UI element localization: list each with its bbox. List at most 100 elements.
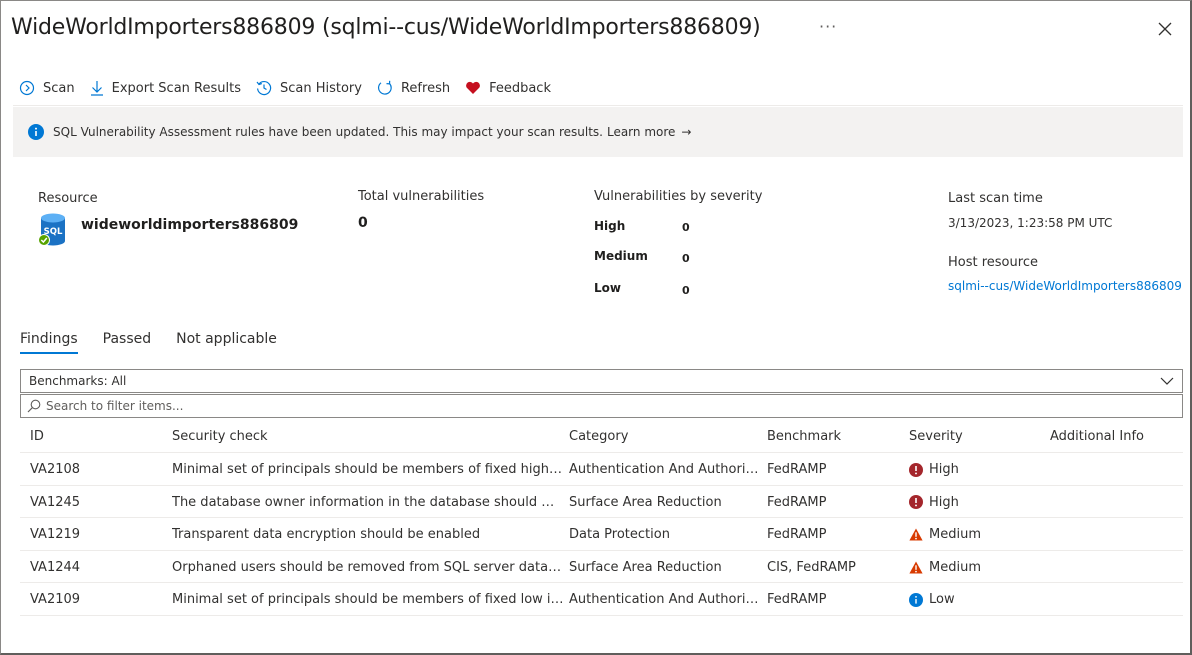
export-scan-results-button[interactable]: Export Scan Results xyxy=(90,80,241,96)
cell-benchmark: CIS, FedRAMP xyxy=(767,559,856,575)
scan-button[interactable]: Scan xyxy=(19,80,75,96)
cell-benchmark: FedRAMP xyxy=(767,592,827,607)
heart-icon xyxy=(466,81,480,94)
total-vulnerabilities-value: 0 xyxy=(358,215,368,231)
host-resource-label: Host resource xyxy=(948,255,1038,270)
table-body: VA2108 Minimal set of principals should b… xyxy=(20,453,1183,616)
table-row[interactable]: VA1244 Orphaned users should be removed f… xyxy=(20,551,1183,583)
info-banner: SQL Vulnerability Assessment rules have … xyxy=(13,107,1183,157)
column-header-security-check[interactable]: Security check xyxy=(172,429,564,444)
cell-security-check: Orphaned users should be removed from SQ… xyxy=(172,559,564,575)
cell-category: Authentication And Authoriza... xyxy=(569,462,762,477)
cell-severity: Medium xyxy=(909,527,1039,542)
more-options-icon[interactable]: ··· xyxy=(819,17,837,36)
error-icon xyxy=(909,462,923,477)
cell-benchmark: FedRAMP xyxy=(767,494,827,510)
severity-text: High xyxy=(929,462,959,477)
cell-id: VA1219 xyxy=(30,527,81,542)
total-vulnerabilities-label: Total vulnerabilities xyxy=(358,189,485,204)
sql-database-icon: SQL xyxy=(37,213,69,251)
host-resource-link[interactable]: sqlmi--cus/WideWorldImporters886809 xyxy=(948,279,1182,293)
benchmarks-value: Benchmarks: All xyxy=(29,374,127,388)
severity-text: Medium xyxy=(929,559,981,575)
feedback-label: Feedback xyxy=(489,80,551,96)
command-bar: Scan Export Scan Results Scan History Re… xyxy=(19,78,566,98)
table-row[interactable]: VA2109 Minimal set of principals should b… xyxy=(20,583,1183,616)
cell-severity: Medium xyxy=(909,560,1039,575)
column-header-id[interactable]: ID xyxy=(30,429,160,444)
last-scan-value: 3/13/2023, 1:23:58 PM UTC xyxy=(948,216,1113,230)
high-count: 0 xyxy=(682,221,690,234)
info-icon xyxy=(909,592,923,607)
warning-icon xyxy=(909,561,923,573)
arrow-right-icon[interactable]: → xyxy=(681,125,691,139)
resource-label: Resource xyxy=(38,191,98,206)
column-header-category[interactable]: Category xyxy=(569,429,762,444)
export-label: Export Scan Results xyxy=(111,80,241,96)
search-input[interactable] xyxy=(46,399,1146,413)
warning-icon xyxy=(909,528,923,541)
tab-passed[interactable]: Passed xyxy=(103,331,151,354)
tab-not-applicable[interactable]: Not applicable xyxy=(176,331,277,354)
chevron-down-icon xyxy=(1160,377,1174,385)
results-tabs: Findings Passed Not applicable xyxy=(20,331,302,354)
close-icon[interactable] xyxy=(1154,18,1176,40)
scan-history-button[interactable]: Scan History xyxy=(256,80,362,96)
cell-benchmark: FedRAMP xyxy=(767,527,827,542)
column-header-additional-info[interactable]: Additional Info xyxy=(1050,429,1180,444)
cell-id: VA1244 xyxy=(30,559,81,575)
cell-security-check: Transparent data encryption should be en… xyxy=(172,527,481,542)
cell-id: VA2109 xyxy=(30,592,81,607)
feedback-button[interactable]: Feedback xyxy=(465,81,551,96)
table-row[interactable]: VA2108 Minimal set of principals should b… xyxy=(20,453,1183,486)
cell-category: Authentication And Authoriza... xyxy=(569,592,762,607)
toolbar-divider xyxy=(13,105,1183,106)
refresh-button[interactable]: Refresh xyxy=(377,80,450,96)
scan-label: Scan xyxy=(43,80,75,96)
high-label: High xyxy=(594,219,626,233)
cell-security-check: The database owner information in the da… xyxy=(172,494,564,510)
search-icon xyxy=(27,399,41,413)
blade-panel: WideWorldImporters886809 (sqlmi--cus/Wid… xyxy=(0,0,1192,655)
severity-text: High xyxy=(929,494,959,510)
cell-id: VA2108 xyxy=(30,462,81,477)
table-row[interactable]: VA1219 Transparent data encryption should… xyxy=(20,518,1183,551)
severity-text: Medium xyxy=(929,527,981,542)
cell-category: Data Protection xyxy=(569,527,670,542)
findings-table: ID Security check Category Benchmark Sev… xyxy=(20,421,1183,616)
table-row[interactable]: VA1245 The database owner information in … xyxy=(20,486,1183,518)
medium-label: Medium xyxy=(594,249,648,263)
cell-severity: Low xyxy=(909,592,1039,607)
cell-security-check: Minimal set of principals should be memb… xyxy=(172,462,564,477)
column-header-benchmark[interactable]: Benchmark xyxy=(767,429,897,444)
severity-text: Low xyxy=(929,592,955,607)
benchmarks-dropdown[interactable]: Benchmarks: All xyxy=(20,369,1183,393)
cell-severity: High xyxy=(909,462,1039,477)
medium-count: 0 xyxy=(682,252,690,265)
cell-category: Surface Area Reduction xyxy=(569,494,722,510)
cell-id: VA1245 xyxy=(30,494,81,510)
page-title: WideWorldImporters886809 (sqlmi--cus/Wid… xyxy=(11,15,761,40)
resource-name: wideworldimporters886809 xyxy=(81,217,299,233)
cell-security-check: Minimal set of principals should be memb… xyxy=(172,592,564,607)
severity-breakdown-label: Vulnerabilities by severity xyxy=(594,189,763,204)
refresh-icon xyxy=(377,80,392,95)
last-scan-label: Last scan time xyxy=(948,191,1043,206)
cell-category: Surface Area Reduction xyxy=(569,559,722,575)
cell-severity: High xyxy=(909,495,1039,510)
cell-benchmark: FedRAMP xyxy=(767,462,827,477)
tab-findings[interactable]: Findings xyxy=(20,331,78,354)
history-icon xyxy=(256,80,272,96)
error-icon xyxy=(909,495,923,509)
column-header-severity[interactable]: Severity xyxy=(909,429,1039,444)
refresh-label: Refresh xyxy=(400,80,451,96)
history-label: Scan History xyxy=(279,80,362,96)
search-box[interactable] xyxy=(20,394,1183,418)
info-icon xyxy=(28,124,44,140)
low-count: 0 xyxy=(682,284,690,297)
learn-more-link[interactable]: Learn more xyxy=(607,125,675,139)
scan-icon xyxy=(19,80,35,96)
download-icon xyxy=(90,81,103,96)
banner-text: SQL Vulnerability Assessment rules have … xyxy=(53,125,603,139)
low-label: Low xyxy=(594,281,621,295)
